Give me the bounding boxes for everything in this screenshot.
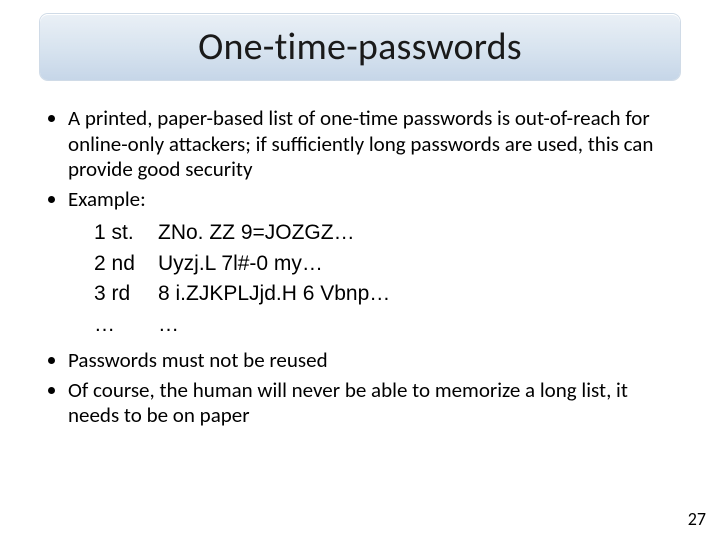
slide-body: A printed, paper-based list of one-time …: [40, 106, 680, 500]
example-row: 1 st. ZNo. ZZ 9=JOZGZ…: [94, 218, 680, 248]
example-value: Uyzj.L 7l#-0 my…: [158, 249, 680, 279]
title-band: One-time-passwords: [40, 14, 680, 80]
example-label: 2 nd: [94, 249, 158, 279]
example-label: 3 rd: [94, 279, 158, 309]
bullet-item: A printed, paper-based list of one-time …: [68, 106, 680, 183]
example-label: 1 st.: [94, 218, 158, 248]
example-row: 3 rd 8 i.ZJKPLJjd.H 6 Vbnp…: [94, 279, 680, 309]
bullet-item: Of course, the human will never be able …: [68, 378, 680, 429]
bullet-item: Example:: [68, 187, 680, 213]
bullet-item: Passwords must not be reused: [68, 348, 680, 374]
example-value: 8 i.ZJKPLJjd.H 6 Vbnp…: [158, 279, 680, 309]
bullet-list: Passwords must not be reused Of course, …: [40, 348, 680, 429]
bullet-list: A printed, paper-based list of one-time …: [40, 106, 680, 212]
example-block: 1 st. ZNo. ZZ 9=JOZGZ… 2 nd Uyzj.L 7l#-0…: [94, 218, 680, 340]
page-number: 27: [688, 508, 706, 530]
example-row: 2 nd Uyzj.L 7l#-0 my…: [94, 249, 680, 279]
example-value: …: [158, 310, 680, 340]
slide: One-time-passwords A printed, paper-base…: [0, 0, 720, 540]
slide-title: One-time-passwords: [198, 24, 522, 70]
example-value: ZNo. ZZ 9=JOZGZ…: [158, 218, 680, 248]
example-label: …: [94, 310, 158, 340]
example-row: … …: [94, 310, 680, 340]
